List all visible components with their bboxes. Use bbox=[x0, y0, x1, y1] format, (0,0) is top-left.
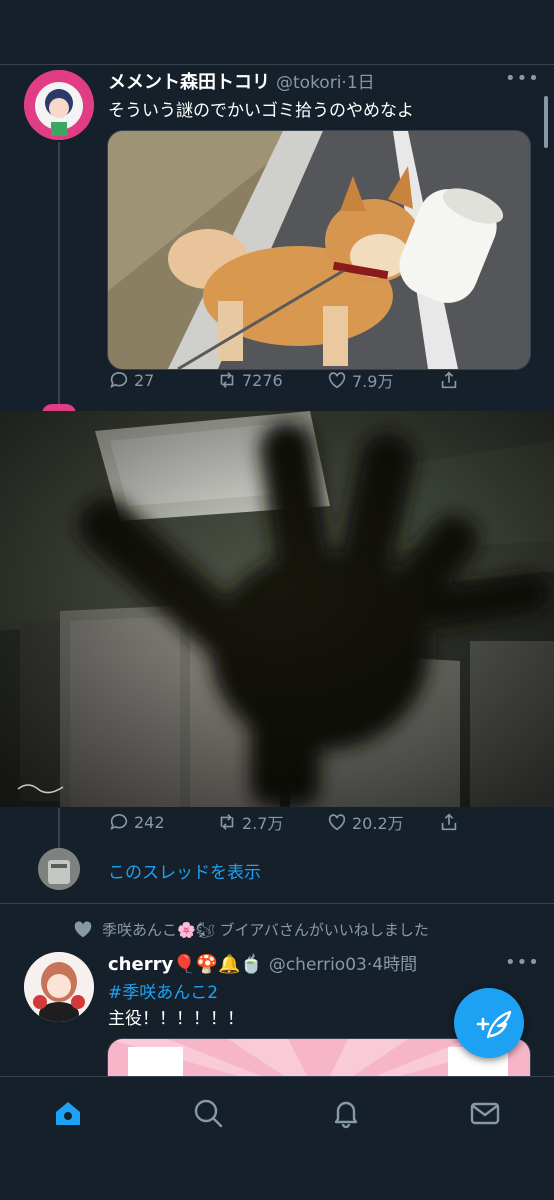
share-icon bbox=[441, 371, 457, 389]
notifications-tab[interactable] bbox=[330, 1097, 362, 1129]
tweet-photo-hand-reaching[interactable] bbox=[0, 411, 554, 807]
thread-line-2 bbox=[58, 808, 60, 848]
author-handle[interactable]: @cherrio03 bbox=[269, 955, 367, 975]
thread-line bbox=[58, 142, 60, 404]
avatar-tokori[interactable] bbox=[24, 70, 94, 140]
heart-icon bbox=[328, 814, 346, 831]
like-count: 20.2万 bbox=[352, 814, 404, 833]
tweet-divider bbox=[0, 903, 554, 904]
home-icon bbox=[56, 1102, 80, 1125]
compose-feather-icon bbox=[476, 1010, 512, 1039]
retweet-button[interactable]: 7276 bbox=[216, 369, 283, 391]
search-tab[interactable] bbox=[192, 1097, 224, 1129]
share-button[interactable] bbox=[438, 369, 460, 391]
avatar-cherry[interactable] bbox=[24, 952, 94, 1022]
hashtag-link[interactable]: #季咲あんこ2 bbox=[108, 978, 218, 1003]
tweet-header: cherry🎈🍄🔔🍵 @cherrio03 ·4時間 bbox=[108, 950, 417, 975]
retweet-count: 2.7万 bbox=[242, 814, 284, 833]
author-name[interactable]: メメント森田トコリ bbox=[108, 68, 270, 94]
heart-filled-icon bbox=[74, 921, 92, 938]
top-divider bbox=[0, 64, 554, 65]
like-button[interactable]: 7.9万 bbox=[326, 368, 393, 392]
retweet-icon bbox=[220, 814, 234, 830]
home-tab[interactable] bbox=[52, 1097, 84, 1129]
show-thread-link[interactable]: このスレッドを表示 bbox=[108, 858, 261, 883]
more-options-icon[interactable]: ••• bbox=[505, 952, 540, 973]
retweet-count: 7276 bbox=[242, 370, 283, 390]
messages-icon bbox=[470, 1102, 500, 1125]
social-context-text[interactable]: 季咲あんこ🌸🐿 ブイアバさんがいいねしました bbox=[102, 919, 429, 940]
reply-button[interactable]: 27 bbox=[108, 369, 154, 391]
search-icon bbox=[194, 1099, 223, 1128]
bottom-nav bbox=[0, 1076, 554, 1200]
author-handle[interactable]: @tokori bbox=[276, 73, 341, 93]
compose-tweet-button[interactable] bbox=[454, 988, 524, 1058]
share-icon bbox=[441, 813, 457, 831]
tweet-time: ·4時間 bbox=[366, 955, 418, 975]
reply-icon bbox=[110, 813, 128, 830]
author-name[interactable]: cherry🎈🍄🔔🍵 bbox=[108, 954, 263, 975]
thread-avatar-small[interactable] bbox=[38, 848, 80, 890]
reply-count: 242 bbox=[134, 812, 165, 832]
retweet-button[interactable]: 2.7万 bbox=[216, 810, 283, 834]
notifications-icon bbox=[334, 1101, 358, 1129]
messages-tab[interactable] bbox=[469, 1097, 501, 1129]
more-options-icon[interactable]: ••• bbox=[505, 68, 540, 89]
like-button[interactable]: 20.2万 bbox=[326, 810, 404, 834]
tweet-photo-shiba-dog[interactable] bbox=[107, 130, 531, 370]
reply-icon bbox=[110, 371, 128, 388]
tweet-time: ·1日 bbox=[341, 73, 375, 93]
reply-button[interactable]: 242 bbox=[108, 811, 165, 833]
social-context: 季咲あんこ🌸🐿 ブイアバさんがいいねしました bbox=[72, 918, 429, 940]
tweet-text: そういう謎のでかいゴミ拾うのやめなよ bbox=[108, 101, 414, 121]
share-button[interactable] bbox=[438, 811, 460, 833]
heart-icon bbox=[328, 372, 346, 389]
reply-count: 27 bbox=[134, 370, 155, 390]
scrollbar[interactable] bbox=[544, 96, 548, 148]
retweet-icon bbox=[220, 372, 234, 388]
tweet-text: 主役！！！！！！ bbox=[108, 1009, 244, 1029]
like-count: 7.9万 bbox=[352, 372, 394, 391]
tweet-header: メメント森田トコリ @tokori ·1日 bbox=[108, 68, 375, 94]
